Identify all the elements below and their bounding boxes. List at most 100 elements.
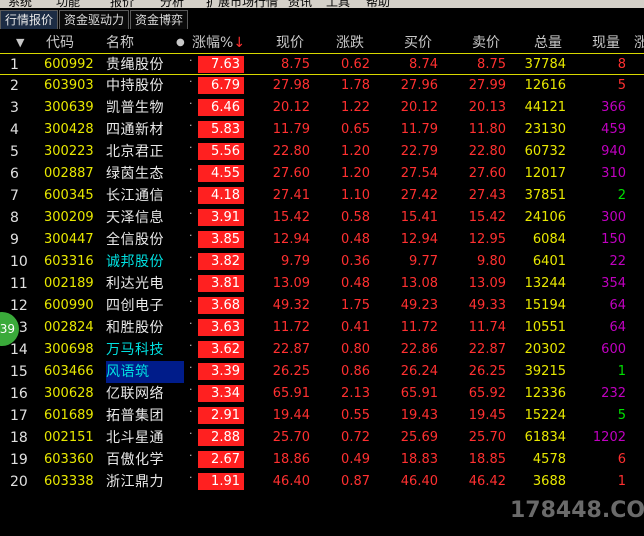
- header-current-volume[interactable]: 现量: [592, 33, 620, 53]
- tab-capital-drive[interactable]: 资金驱动力: [59, 10, 130, 29]
- header-code[interactable]: 代码: [46, 33, 74, 53]
- price-change: 1.75: [341, 298, 370, 313]
- stock-code: 600990: [44, 298, 94, 313]
- table-row[interactable]: 20 603338 浙江鼎力 1.91 46.40 0.87 46.40 46.42 3688 1…: [0, 471, 644, 493]
- table-row[interactable]: 3 300639 凯普生物 6.46 20.12 1.22 20.12 20.13 44121 3…: [0, 97, 644, 119]
- menu-extended-market[interactable]: 扩展市场行情: [206, 0, 278, 8]
- total-volume: 6401: [532, 254, 566, 269]
- header-volume[interactable]: 总量: [534, 33, 562, 53]
- watermark: 178448.COM: [510, 498, 644, 523]
- current-price: 25.70: [272, 430, 310, 445]
- menu-system[interactable]: 系统: [8, 0, 32, 8]
- current-volume: 310: [601, 166, 626, 181]
- table-row[interactable]: 16 300628 亿联网络 3.34 65.91 2.13 65.91 65.92 12336…: [0, 383, 644, 405]
- stock-code: 300628: [44, 386, 94, 401]
- header-price[interactable]: 现价: [276, 33, 304, 53]
- bid-price: 9.77: [409, 254, 438, 269]
- ask-price: 27.43: [468, 188, 506, 203]
- total-volume: 20302: [524, 342, 566, 357]
- tick-mark-icon: ·: [189, 141, 193, 154]
- stock-code: 601689: [44, 408, 94, 423]
- sort-menu-icon[interactable]: ▼: [16, 33, 24, 53]
- header-name[interactable]: 名称: [106, 33, 134, 53]
- stock-code: 300223: [44, 144, 94, 159]
- table-row[interactable]: 17 601689 拓普集团 2.91 19.44 0.55 19.43 19.45 15224…: [0, 405, 644, 427]
- row-number: 12: [10, 298, 28, 314]
- bid-price: 27.54: [400, 166, 438, 181]
- table-row[interactable]: 18 002151 北斗星通 2.88 25.70 0.72 25.69 25.70 61834…: [0, 427, 644, 449]
- menu-analysis[interactable]: 分析: [160, 0, 184, 8]
- total-volume: 10551: [524, 320, 566, 335]
- change-percent: 4.18: [198, 187, 244, 204]
- menu-function[interactable]: 功能: [56, 0, 80, 8]
- ask-price: 12.95: [468, 232, 506, 247]
- table-row[interactable]: 9 300447 全信股份 3.85 12.94 0.48 12.94 12.95 6084 15…: [0, 229, 644, 251]
- menu-info[interactable]: 资讯: [288, 0, 312, 8]
- current-volume: 366: [601, 100, 626, 115]
- price-change: 1.22: [341, 100, 370, 115]
- table-row[interactable]: 12 600990 四创电子 3.68 49.32 1.75 49.23 49.33 15194…: [0, 295, 644, 317]
- change-percent: 5.56: [198, 143, 244, 160]
- price-change: 0.62: [341, 57, 370, 72]
- change-percent: 3.85: [198, 231, 244, 248]
- table-row[interactable]: 8 300209 天泽信息 3.91 15.42 0.58 15.41 15.42 24106 3…: [0, 207, 644, 229]
- table-row[interactable]: 13002824和胜股份3.6311.720.4111.7211.7410551…: [0, 317, 644, 339]
- menu-quote[interactable]: 报价: [110, 0, 134, 8]
- change-percent: 2.88: [198, 429, 244, 446]
- current-volume: 22: [609, 254, 626, 269]
- change-percent: 3.39: [198, 363, 244, 380]
- stock-name: 北京君正: [106, 144, 164, 160]
- table-row[interactable]: 5 300223 北京君正 5.56 22.80 1.20 22.79 22.80 60732 9…: [0, 141, 644, 163]
- header-bid[interactable]: 买价: [404, 33, 432, 53]
- header-change[interactable]: 涨跌: [336, 33, 364, 53]
- total-volume: 4578: [532, 452, 566, 467]
- table-row[interactable]: 2 603903 中持股份 6.79 27.98 1.78 27.96 27.99 12616 5…: [0, 75, 644, 97]
- table-row[interactable]: 1 600992 贵绳股份 7.63 8.75 0.62 8.74 8.75 37784 8 ·: [0, 53, 644, 75]
- stock-name: 利达光电: [106, 276, 164, 292]
- stock-code: 600345: [44, 188, 94, 203]
- header-pct[interactable]: 涨幅%↓: [192, 33, 245, 53]
- tick-mark-icon: ·: [189, 405, 193, 418]
- ask-price: 22.87: [468, 342, 506, 357]
- total-volume: 15194: [524, 298, 566, 313]
- total-volume: 23130: [524, 122, 566, 137]
- row-number: 5: [10, 144, 19, 160]
- bid-price: 11.72: [400, 320, 438, 335]
- current-price: 13.09: [272, 276, 310, 291]
- ask-price: 22.80: [468, 144, 506, 159]
- ask-price: 11.74: [468, 320, 506, 335]
- tab-capital-game[interactable]: 资金博弈: [130, 10, 189, 29]
- stock-code: 300209: [44, 210, 94, 225]
- table-row[interactable]: 6 002887 绿茵生态 4.55 27.60 1.20 27.54 27.60 12017 3…: [0, 163, 644, 185]
- header-extra[interactable]: 涨: [634, 33, 644, 53]
- bid-price: 8.74: [409, 57, 438, 72]
- current-volume: 8: [617, 57, 626, 72]
- change-percent: 3.68: [198, 297, 244, 314]
- total-volume: 12336: [524, 386, 566, 401]
- ask-price: 49.33: [468, 298, 506, 313]
- row-number: 14: [10, 342, 28, 358]
- table-row[interactable]: 15 603466 风语筑 3.39 26.25 0.86 26.24 26.25 39215 1…: [0, 361, 644, 383]
- table-row[interactable]: 19 603360 百傲化学 2.67 18.86 0.49 18.83 18.85 4578 6…: [0, 449, 644, 471]
- table-row[interactable]: 7 600345 长江通信 4.18 27.41 1.10 27.42 27.43 37851 2…: [0, 185, 644, 207]
- row-number: 4: [10, 122, 19, 138]
- stock-name: 百傲化学: [106, 452, 164, 468]
- table-row[interactable]: 10 603316 诚邦股份 3.82 9.79 0.36 9.77 9.80 6401 22 ·: [0, 251, 644, 273]
- table-row[interactable]: 4 300428 四通新材 5.83 11.79 0.65 11.79 11.80 23130 4…: [0, 119, 644, 141]
- total-volume: 12017: [524, 166, 566, 181]
- price-change: 2.13: [341, 386, 370, 401]
- table-row[interactable]: 11 002189 利达光电 3.81 13.09 0.48 13.08 13.09 13244…: [0, 273, 644, 295]
- price-change: 1.10: [341, 188, 370, 203]
- tab-quotes[interactable]: 行情报价: [0, 10, 59, 29]
- table-row[interactable]: 14 300698 万马科技 3.62 22.87 0.80 22.86 22.87 20302…: [0, 339, 644, 361]
- price-change: 0.48: [341, 276, 370, 291]
- row-number: 20: [10, 474, 28, 490]
- sort-desc-icon: ↓: [233, 35, 246, 51]
- tick-mark-icon: ·: [189, 207, 193, 220]
- price-change: 0.55: [341, 408, 370, 423]
- menu-help[interactable]: 帮助: [366, 0, 390, 8]
- change-percent: 1.91: [198, 473, 244, 490]
- header-ask[interactable]: 卖价: [472, 33, 500, 53]
- stock-name: 绿茵生态: [106, 166, 164, 182]
- menu-tools[interactable]: 工具: [326, 0, 350, 8]
